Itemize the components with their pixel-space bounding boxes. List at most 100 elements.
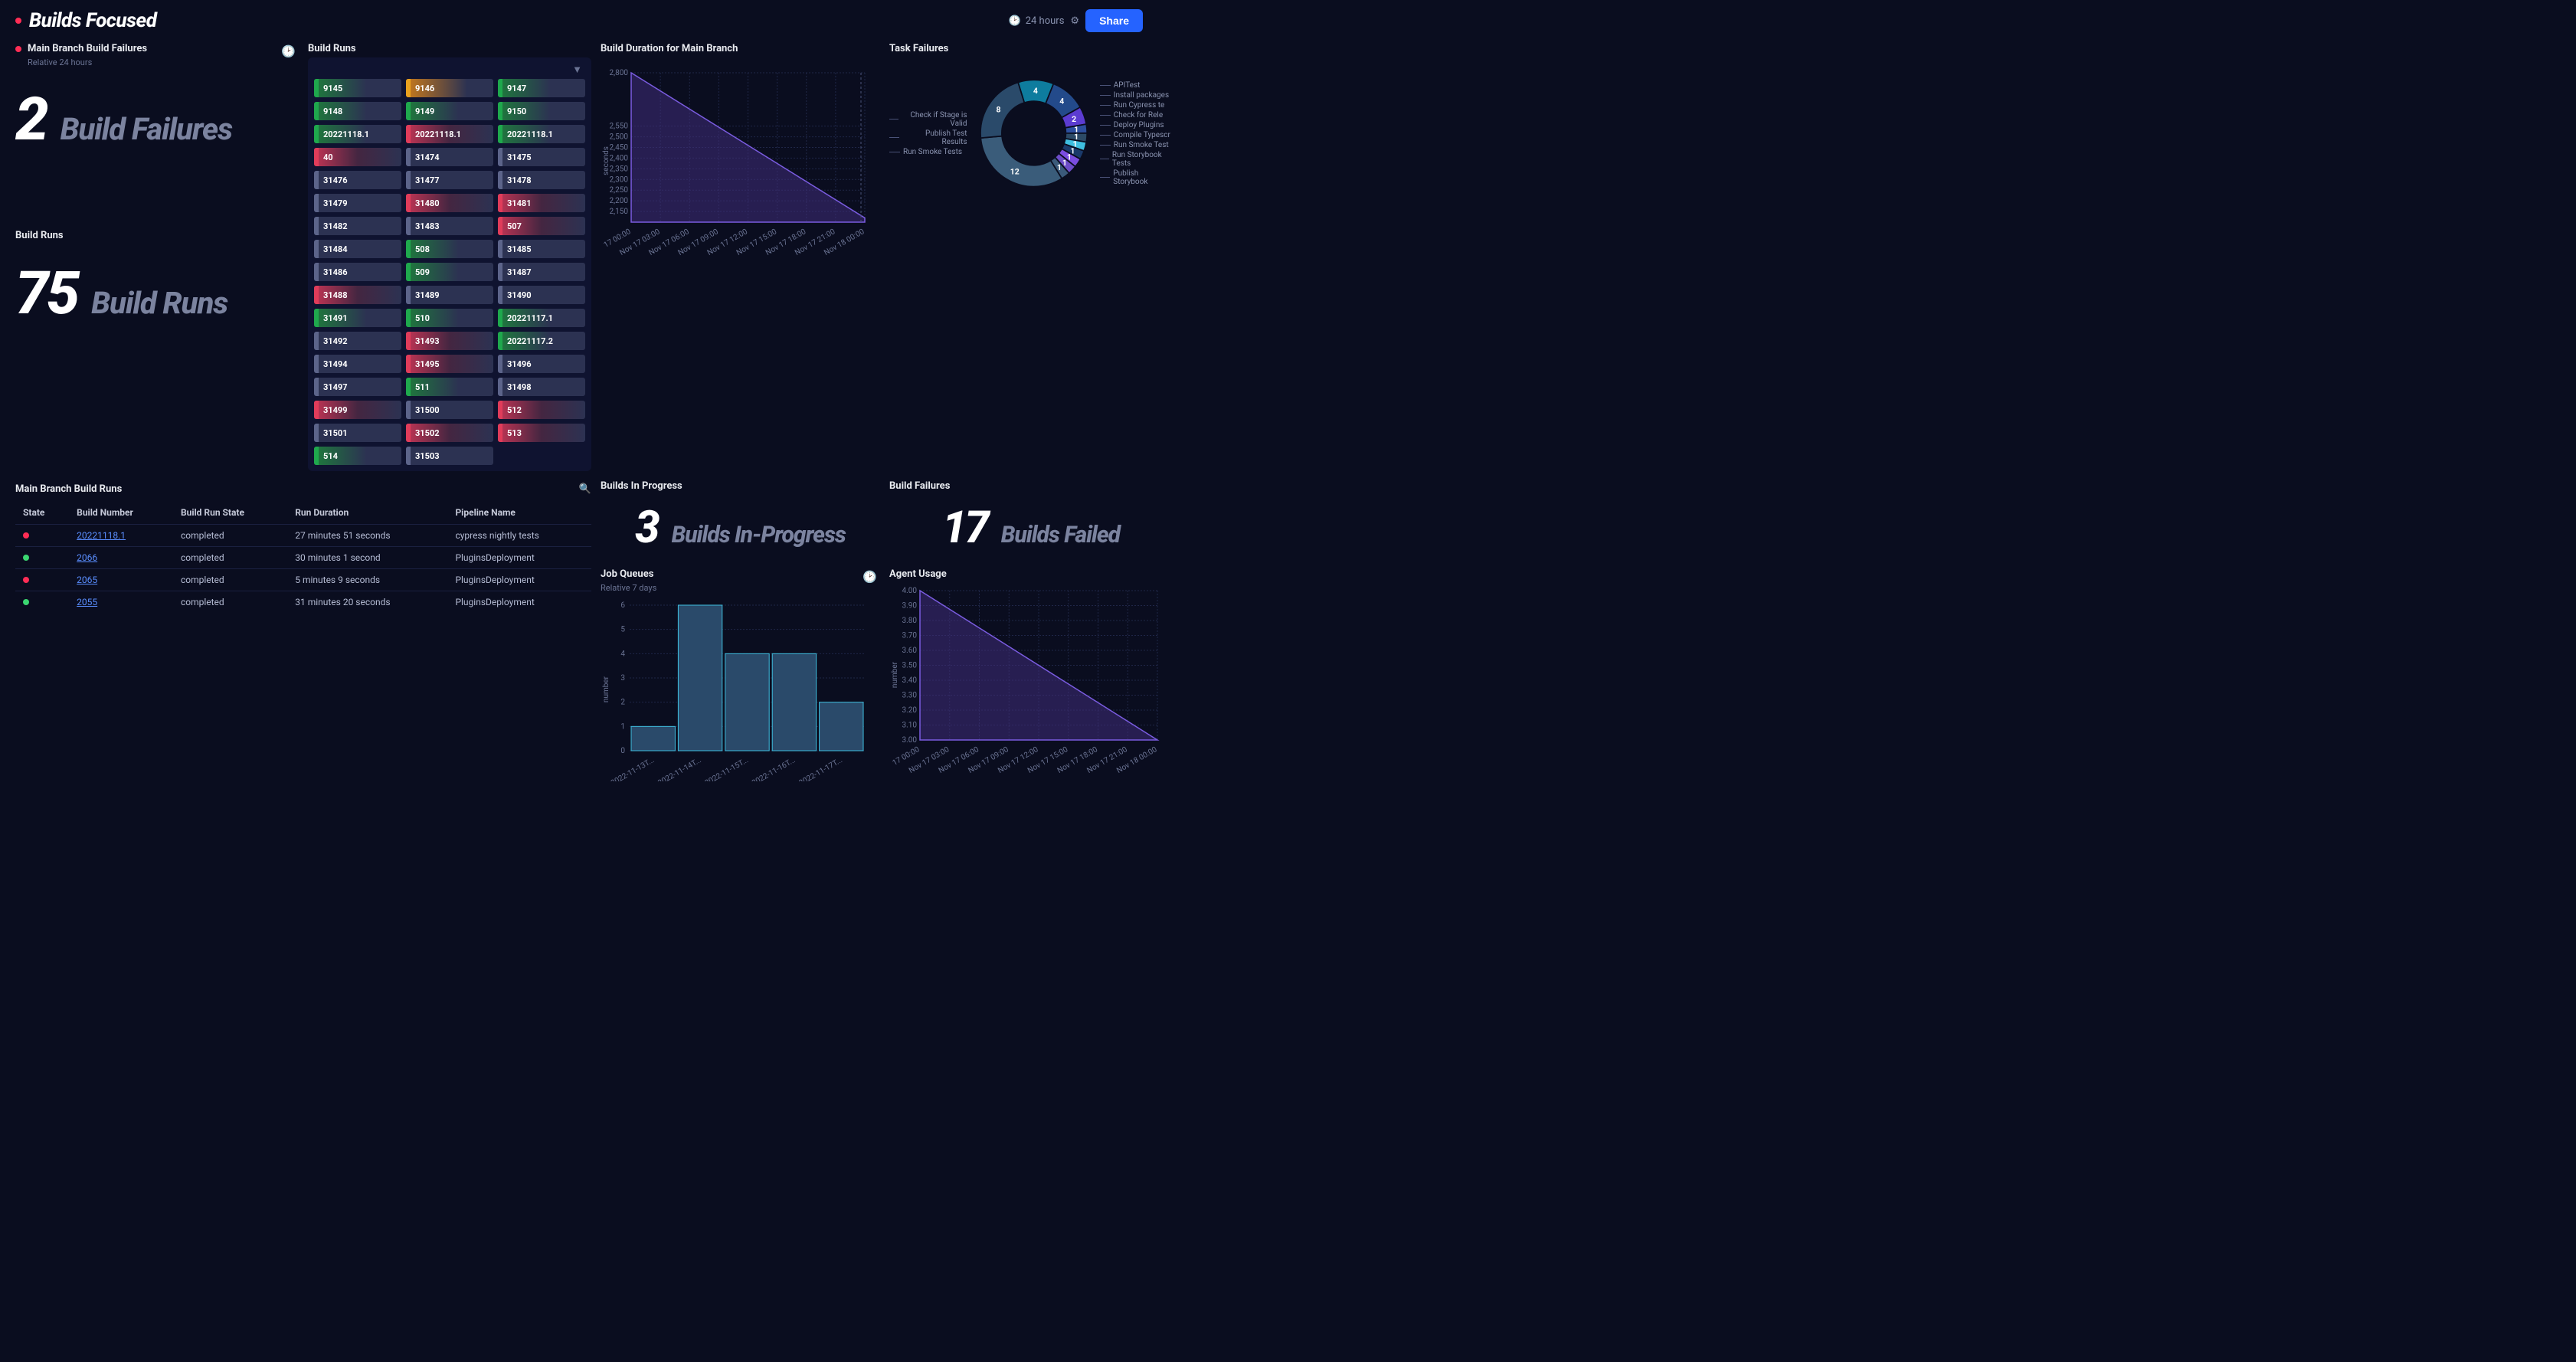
share-button[interactable]: Share [1085,9,1143,32]
build-run-pill[interactable]: 31488 [314,286,401,304]
build-run-pill[interactable]: 31479 [314,194,401,212]
svg-text:2: 2 [1072,114,1076,124]
panel-builds-in-progress: Builds In Progress 3 Builds In-Progress [601,480,880,550]
svg-text:2,150: 2,150 [610,208,629,216]
build-run-pill[interactable]: 31477 [406,171,493,189]
svg-text:12: 12 [1010,166,1019,176]
build-run-pill[interactable]: 31498 [498,378,585,396]
build-number-link[interactable]: 2065 [77,575,97,585]
build-run-pill[interactable]: 31495 [406,355,493,373]
build-run-pill[interactable]: 31476 [314,171,401,189]
svg-text:3.40: 3.40 [902,676,918,685]
build-run-pill[interactable]: 509 [406,263,493,281]
build-run-pill[interactable]: 514 [314,447,401,465]
svg-text:3.30: 3.30 [902,692,918,700]
svg-text:3.80: 3.80 [902,617,918,625]
build-run-pill[interactable]: 507 [498,217,585,235]
build-run-pill[interactable]: 31483 [406,217,493,235]
build-run-pill[interactable]: 31503 [406,447,493,465]
failed-count: 17 [942,506,987,550]
build-run-pill[interactable]: 31484 [314,240,401,258]
build-number-link[interactable]: 20221118.1 [77,530,126,541]
svg-text:4: 4 [1033,86,1037,96]
svg-text:0: 0 [620,747,625,755]
svg-text:5: 5 [620,626,625,634]
build-run-pill[interactable]: 31499 [314,401,401,419]
job-queues-chart[interactable]: number 2022-11-13T...2022-11-14T... 2022-… [601,598,872,781]
svg-text:2022-11-13T...: 2022-11-13T... [610,756,656,781]
build-run-pill[interactable]: 9148 [314,102,401,120]
build-run-pill[interactable]: 31478 [498,171,585,189]
build-run-pill[interactable]: 31500 [406,401,493,419]
state-dot-icon [23,532,29,539]
svg-text:8: 8 [996,104,1000,114]
build-run-pill[interactable]: 31494 [314,355,401,373]
svg-text:3.20: 3.20 [902,706,918,715]
page-title: Builds Focused [29,9,156,32]
build-run-pill[interactable]: 31497 [314,378,401,396]
svg-text:1: 1 [620,722,625,731]
build-number-link[interactable]: 2066 [77,552,97,563]
build-run-pill[interactable]: 9145 [314,79,401,97]
build-run-pill[interactable]: 31486 [314,263,401,281]
build-run-pill[interactable]: 31480 [406,194,493,212]
build-run-pill[interactable]: 31496 [498,355,585,373]
search-icon[interactable]: 🔍 [579,483,591,495]
build-run-pill[interactable]: 510 [406,309,493,327]
table-row[interactable]: 20221118.1 completed27 minutes 51 second… [15,525,591,547]
build-run-pill[interactable]: 31489 [406,286,493,304]
table-row[interactable]: 2065 completed5 minutes 9 secondsPlugins… [15,569,591,591]
build-run-pill[interactable]: 31474 [406,148,493,166]
svg-text:3.00: 3.00 [902,736,918,745]
build-run-pill[interactable]: 31501 [314,424,401,442]
build-run-pill[interactable]: 511 [406,378,493,396]
build-run-pill[interactable]: 31475 [498,148,585,166]
build-run-pill[interactable]: 40 [314,148,401,166]
build-run-pill[interactable]: 31482 [314,217,401,235]
build-run-pill[interactable]: 31487 [498,263,585,281]
build-number-link[interactable]: 2055 [77,597,97,607]
gear-icon[interactable]: ⚙ [1070,15,1079,27]
svg-text:3.10: 3.10 [902,722,918,730]
in-progress-count: 3 [635,506,657,550]
build-run-pill[interactable]: 31493 [406,332,493,350]
build-run-pill[interactable]: 20221118.1 [406,125,493,143]
svg-text:3.90: 3.90 [902,602,918,611]
build-run-pill[interactable]: 20221118.1 [314,125,401,143]
build-run-pill[interactable]: 9149 [406,102,493,120]
table-row[interactable]: 2066 completed30 minutes 1 secondPlugins… [15,547,591,569]
filter-icon[interactable]: ▼ [572,64,582,76]
task-failures-donut[interactable]: 4421111111128 [971,61,1097,206]
build-run-pill[interactable]: 31492 [314,332,401,350]
build-run-pill[interactable]: 31502 [406,424,493,442]
svg-text:2022-11-14T...: 2022-11-14T... [656,756,702,781]
build-run-pill[interactable]: 31491 [314,309,401,327]
dashboard-header: Builds Focused 🕑 24 hours ⚙ Share [15,9,1143,32]
state-dot-icon [23,555,29,561]
runs-count: 75 [15,264,77,324]
build-run-pill[interactable]: 31490 [498,286,585,304]
build-run-pill[interactable]: 20221117.2 [498,332,585,350]
svg-text:4: 4 [1059,97,1064,106]
clock-icon[interactable]: 🕑 [862,570,877,584]
svg-text:number: number [602,676,610,702]
build-run-pill[interactable]: 9150 [498,102,585,120]
build-run-pill[interactable]: 20221117.1 [498,309,585,327]
time-range-selector[interactable]: 🕑 24 hours [1009,15,1065,27]
build-duration-chart[interactable]: seconds 17 00:00Nov 17 03:00Nov 17 06:00… [601,57,872,257]
build-run-pill[interactable]: 512 [498,401,585,419]
build-run-pill[interactable]: 513 [498,424,585,442]
failures-count: 2 [15,90,47,150]
table-row[interactable]: 2055 completed31 minutes 20 secondsPlugi… [15,591,591,614]
agent-usage-chart[interactable]: number 17 00:00Nov 17 03:00Nov 17 06:00N… [889,583,1165,778]
svg-text:2,550: 2,550 [610,123,629,131]
build-run-pill[interactable]: 9147 [498,79,585,97]
build-run-pill[interactable]: 9146 [406,79,493,97]
svg-text:2022-11-17T...: 2022-11-17T... [797,756,843,781]
build-run-pill[interactable]: 508 [406,240,493,258]
clock-icon: 🕑 [1009,15,1021,27]
build-run-pill[interactable]: 31481 [498,194,585,212]
build-run-pill[interactable]: 31485 [498,240,585,258]
clock-icon[interactable]: 🕑 [281,44,296,58]
build-run-pill[interactable]: 20221118.1 [498,125,585,143]
